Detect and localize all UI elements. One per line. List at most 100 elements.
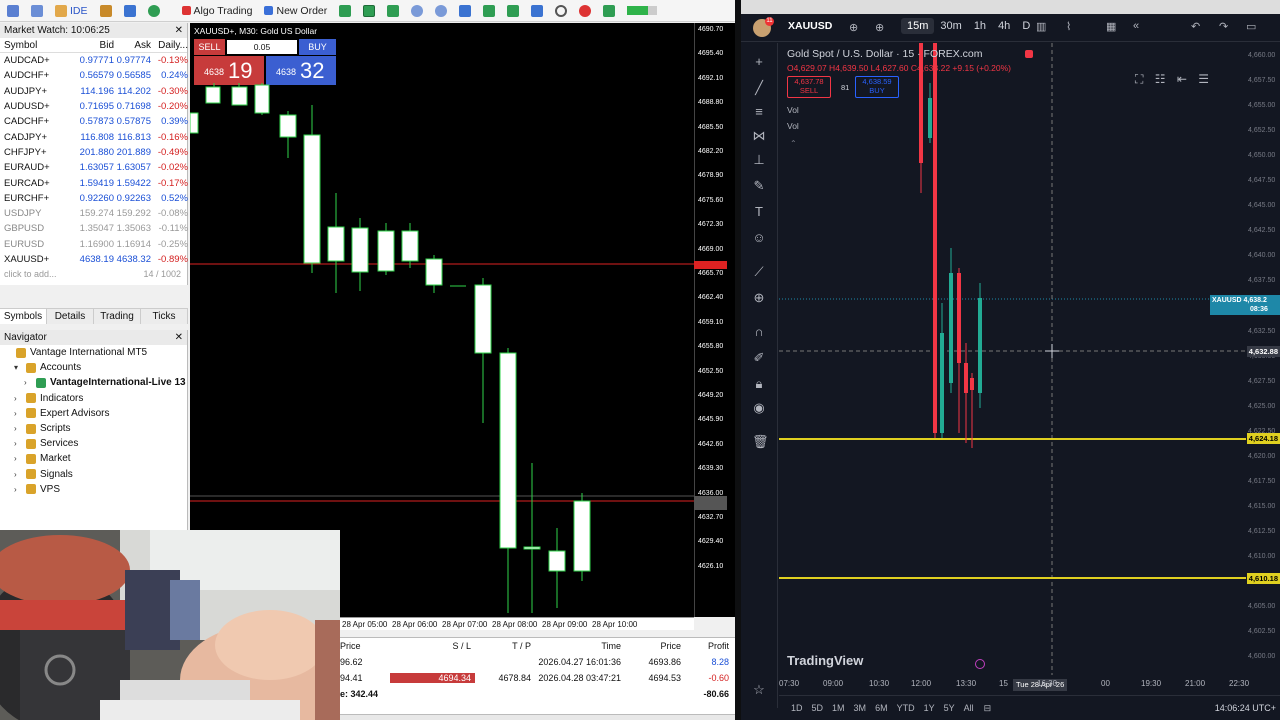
expand-icon[interactable]: › bbox=[14, 439, 22, 448]
ide-icon[interactable]: IDE bbox=[52, 2, 91, 20]
vps-icon[interactable] bbox=[145, 2, 163, 20]
market-watch-row[interactable]: XAUUSD+ 4638.19 4638.32 -0.89% bbox=[0, 252, 188, 267]
pencil-lock-icon[interactable]: ✐ bbox=[752, 351, 766, 365]
fib-icon[interactable]: ≡ bbox=[752, 105, 766, 119]
market-watch-row[interactable]: EURUSD 1.16900 1.16914 -0.25% bbox=[0, 237, 188, 252]
navigator-item[interactable]: › Signals bbox=[0, 467, 187, 482]
star-icon[interactable]: ☆ bbox=[752, 683, 766, 697]
tab-details[interactable]: Details bbox=[47, 309, 94, 324]
navigator-item[interactable]: › Market bbox=[0, 451, 187, 466]
profiles-icon[interactable] bbox=[28, 2, 46, 20]
market-watch-row[interactable]: USDJPY 159.274 159.292 -0.08% bbox=[0, 206, 188, 221]
shift-icon[interactable] bbox=[504, 2, 522, 20]
timeframe-15m[interactable]: 15m bbox=[901, 18, 935, 34]
timeframe-30m[interactable]: 30m bbox=[934, 18, 967, 34]
search-icon[interactable] bbox=[552, 2, 570, 20]
notification-icon[interactable] bbox=[576, 2, 594, 20]
col-price[interactable]: Price bbox=[340, 641, 390, 651]
collapse-chevron-icon[interactable]: ⌃ bbox=[790, 139, 797, 148]
market-watch-row[interactable]: CHFJPY+ 201.880 201.889 -0.49% bbox=[0, 145, 188, 160]
record-icon[interactable] bbox=[1025, 50, 1033, 58]
col-tp[interactable]: T / P bbox=[475, 641, 535, 651]
tab-trading[interactable]: Trading bbox=[94, 309, 141, 324]
layout-icon[interactable]: ▦ bbox=[1106, 20, 1116, 33]
range-button-3m[interactable]: 3M bbox=[854, 703, 867, 713]
candles-icon[interactable] bbox=[360, 2, 378, 20]
replay-icon[interactable]: « bbox=[1133, 20, 1139, 32]
col-bid[interactable]: Bid bbox=[74, 40, 114, 51]
market-watch-row[interactable]: AUDJPY+ 114.196 114.202 -0.30% bbox=[0, 84, 188, 99]
market-watch-row[interactable]: EURAUD+ 1.63057 1.63057 -0.02% bbox=[0, 160, 188, 175]
crosshair-icon[interactable]: + bbox=[752, 55, 766, 69]
col-time[interactable]: Time bbox=[535, 641, 625, 651]
market-watch-row[interactable]: AUDUSD+ 0.71695 0.71698 -0.20% bbox=[0, 99, 188, 114]
range-button-6m[interactable]: 6M bbox=[875, 703, 888, 713]
expand-icon[interactable]: ▾ bbox=[14, 363, 22, 372]
vol-indicator-1[interactable]: Vol bbox=[787, 105, 799, 115]
navigator-item[interactable]: Vantage International MT5 bbox=[0, 345, 187, 360]
add-symbol-icon[interactable]: ⊕ bbox=[875, 21, 884, 34]
stop-loss[interactable]: 4694.34 bbox=[390, 673, 475, 683]
zoom-icon[interactable]: ⊕ bbox=[752, 291, 766, 305]
navigator-item[interactable]: › Expert Advisors bbox=[0, 406, 187, 421]
vol-indicator-2[interactable]: Vol bbox=[787, 121, 799, 131]
live-icon[interactable] bbox=[975, 659, 985, 669]
col-ask[interactable]: Ask bbox=[114, 40, 151, 51]
terminal-tabs-strip[interactable] bbox=[340, 714, 735, 720]
symbol-search[interactable]: XAUUSD bbox=[788, 20, 832, 32]
ruler-icon[interactable]: ⟋ bbox=[752, 265, 766, 279]
close-icon[interactable]: ✕ bbox=[175, 332, 183, 343]
select-area-icon[interactable]: ⛶ bbox=[1135, 72, 1143, 86]
eye-icon[interactable]: ◉ bbox=[752, 401, 766, 415]
timeframe-d[interactable]: D bbox=[1016, 18, 1036, 34]
range-button-1d[interactable]: 1D bbox=[791, 703, 803, 713]
market-watch-row[interactable]: EURCAD+ 1.59419 1.59422 -0.17% bbox=[0, 175, 188, 190]
object-tree-icon[interactable]: ☷ bbox=[1155, 72, 1166, 86]
tv-sell-button[interactable]: 4,637.78 SELL bbox=[787, 76, 831, 98]
tv-buy-button[interactable]: 4,638.59 BUY bbox=[855, 76, 899, 98]
magnet-icon[interactable]: ∩ bbox=[752, 325, 766, 339]
expand-icon[interactable]: › bbox=[14, 394, 22, 403]
undo-icon[interactable]: ↶ bbox=[1191, 20, 1200, 33]
col-symbol[interactable]: Symbol bbox=[4, 40, 74, 51]
tab-ticks[interactable]: Ticks bbox=[141, 309, 188, 324]
navigator-item[interactable]: › Indicators bbox=[0, 391, 187, 406]
brush-icon[interactable]: ✎ bbox=[752, 179, 766, 193]
navigator-item[interactable]: › Services bbox=[0, 436, 187, 451]
trendline-icon[interactable]: ╱ bbox=[752, 81, 766, 95]
timeframe-1h[interactable]: 1h bbox=[968, 18, 992, 34]
range-button-5y[interactable]: 5Y bbox=[944, 703, 955, 713]
indicators-icon[interactable]: ⌇ bbox=[1066, 20, 1071, 33]
tab-symbols[interactable]: Symbols bbox=[0, 309, 47, 324]
col-daily[interactable]: Daily... bbox=[151, 40, 188, 51]
range-button-all[interactable]: All bbox=[964, 703, 974, 713]
autoscroll-icon[interactable] bbox=[480, 2, 498, 20]
range-button-1m[interactable]: 1M bbox=[832, 703, 845, 713]
range-button-ytd[interactable]: YTD bbox=[897, 703, 915, 713]
redo-icon[interactable]: ↷ bbox=[1219, 20, 1228, 33]
lines-icon[interactable]: ☰ bbox=[1198, 72, 1209, 86]
navigator-item[interactable]: › VPS bbox=[0, 482, 187, 497]
projection-icon[interactable]: ⊥ bbox=[752, 153, 766, 167]
navigator-item[interactable]: ▾ Accounts bbox=[0, 360, 187, 375]
indicators-icon[interactable] bbox=[528, 2, 546, 20]
range-button-5d[interactable]: 5D bbox=[812, 703, 824, 713]
expand-icon[interactable]: › bbox=[14, 485, 22, 494]
timeframe-4h[interactable]: 4h bbox=[992, 18, 1016, 34]
market-watch-row[interactable]: AUDCHF+ 0.56579 0.56585 0.24% bbox=[0, 68, 188, 83]
mt5-chart[interactable]: XAUUSD+, M30: Gold US Dollar SELL 0.05 B… bbox=[190, 23, 694, 617]
market-watch-row[interactable]: CADJPY+ 116.808 116.813 -0.16% bbox=[0, 129, 188, 144]
algo-trading-button[interactable]: Algo Trading bbox=[179, 2, 256, 20]
take-profit[interactable]: 4678.84 bbox=[475, 673, 535, 683]
emoji-icon[interactable]: ☺ bbox=[752, 231, 766, 245]
expand-icon[interactable]: › bbox=[14, 470, 22, 479]
click-to-add[interactable]: click to add... bbox=[4, 269, 57, 279]
lock-icon[interactable]: 🔒︎ bbox=[752, 377, 766, 391]
trade-row[interactable]: 94.41 4694.34 4678.84 2026.04.28 03:47:21 46… bbox=[340, 670, 735, 686]
market-watch-row[interactable]: EURCHF+ 0.92260 0.92263 0.52% bbox=[0, 191, 188, 206]
market-watch-row[interactable]: AUDCAD+ 0.97771 0.97774 -0.13% bbox=[0, 53, 188, 68]
market-icon[interactable] bbox=[97, 2, 115, 20]
col-sl[interactable]: S / L bbox=[390, 641, 475, 651]
market-watch-row[interactable]: GBPUSD 1.35047 1.35063 -0.11% bbox=[0, 221, 188, 236]
terminal-icon[interactable] bbox=[600, 2, 618, 20]
